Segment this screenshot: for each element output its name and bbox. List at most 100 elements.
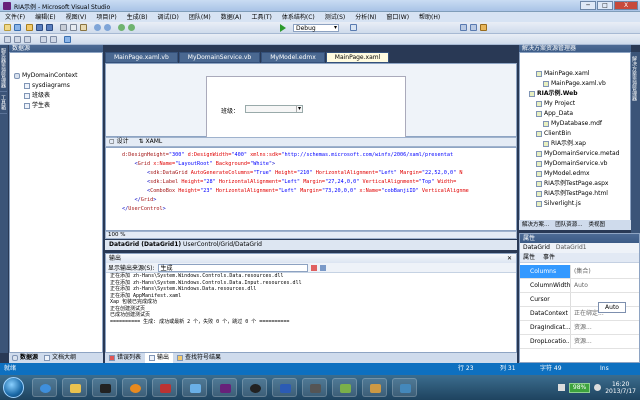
datasource-item[interactable]: sysdiagrams xyxy=(14,81,102,91)
output-tab[interactable]: 输出 xyxy=(145,353,174,363)
save-icon[interactable] xyxy=(36,24,43,31)
property-value[interactable]: 资源... xyxy=(570,321,639,334)
zoom-level[interactable]: 100 % xyxy=(108,232,125,238)
doc-tab[interactable]: MyDomainService.vb xyxy=(178,52,261,63)
maximize-button[interactable]: □ xyxy=(597,1,613,10)
server-explorer-tab[interactable]: 服务器资源管理器 xyxy=(0,45,7,92)
design-surface[interactable]: 班级： xyxy=(105,63,517,138)
minimize-button[interactable]: ─ xyxy=(580,1,596,10)
solution-item[interactable]: ClientBin xyxy=(522,129,630,139)
datasource-item[interactable]: 班级表 xyxy=(14,91,102,101)
solution-item[interactable]: MainPage.xaml xyxy=(522,69,630,79)
menu-item-1[interactable]: 编辑(E) xyxy=(30,12,60,22)
outline-bottom-tab[interactable]: 文档大纲 xyxy=(41,353,79,363)
properties-icon[interactable] xyxy=(470,24,477,31)
solution-item[interactable]: MyDomainService.metad xyxy=(522,149,630,159)
solution-item[interactable]: App_Data xyxy=(522,109,630,119)
properties-tab[interactable]: 属性 xyxy=(523,253,535,262)
class-view-bottom-tab[interactable]: 类视图 xyxy=(586,220,609,230)
solution-item[interactable]: MainPage.xaml.vb xyxy=(522,79,630,89)
bookmark-icon[interactable] xyxy=(64,36,71,43)
redo-icon[interactable] xyxy=(104,24,111,31)
error-list-tab[interactable]: 错误列表 xyxy=(105,353,145,363)
network-icon[interactable] xyxy=(557,384,565,391)
doc-tab[interactable]: MainPage.xaml xyxy=(325,52,390,63)
menu-item-13[interactable]: 帮助(H) xyxy=(414,12,445,22)
output-source-select[interactable]: 生成 xyxy=(157,263,308,272)
taskbar-word-button[interactable] xyxy=(272,378,297,397)
datasource-bottom-tab[interactable]: 数据源 xyxy=(9,353,41,363)
copy-icon[interactable] xyxy=(70,24,77,31)
property-value[interactable]: (集合) xyxy=(570,265,639,278)
undo-icon[interactable] xyxy=(94,24,101,31)
comment-icon[interactable] xyxy=(40,36,47,43)
taskbar-app-button[interactable] xyxy=(92,378,117,397)
menu-item-12[interactable]: 窗口(W) xyxy=(381,12,414,22)
taskbar-visualstudio-button[interactable] xyxy=(212,378,237,397)
menu-item-2[interactable]: 视图(V) xyxy=(61,12,92,22)
taskbar-app3-button[interactable] xyxy=(362,378,387,397)
uncomment-icon[interactable] xyxy=(50,36,57,43)
menu-item-8[interactable]: 工具(T) xyxy=(247,12,277,22)
design-tab[interactable]: ▢ 设计 xyxy=(109,138,129,146)
property-value[interactable]: Auto xyxy=(570,279,639,292)
navigate-back-icon[interactable] xyxy=(118,24,125,31)
menu-item-3[interactable]: 项目(P) xyxy=(91,12,121,22)
battery-indicator[interactable]: 98% xyxy=(568,382,591,393)
taskbar-sqlserver-button[interactable] xyxy=(152,378,177,397)
align-right-icon[interactable] xyxy=(24,36,31,43)
solution-configuration-select[interactable]: Debug xyxy=(293,24,339,32)
add-item-icon[interactable] xyxy=(14,24,21,31)
taskbar-app4-button[interactable] xyxy=(392,378,417,397)
datasource-item[interactable]: MyDomainContext xyxy=(14,71,102,81)
solution-item[interactable]: Silverlight.js xyxy=(522,199,630,209)
doc-tab[interactable]: MainPage.xaml.vb xyxy=(105,52,178,63)
solution-explorer-side-tab[interactable]: 解决方案资源管理器 xyxy=(631,52,638,105)
solution-item[interactable]: RIA示例.Web xyxy=(522,89,630,99)
team-bottom-tab[interactable]: 团队资源... xyxy=(552,220,585,230)
cut-icon[interactable] xyxy=(60,24,67,31)
navigate-forward-icon[interactable] xyxy=(128,24,135,31)
menu-item-6[interactable]: 团队(M) xyxy=(184,12,216,22)
taskbar-paint-button[interactable] xyxy=(182,378,207,397)
property-row[interactable]: DragIndicat... 资源... xyxy=(520,321,639,335)
taskbar-ie-button[interactable] xyxy=(32,378,57,397)
find-icon[interactable] xyxy=(350,24,357,31)
menu-item-9[interactable]: 体系结构(C) xyxy=(277,12,320,22)
solution-item[interactable]: MyModel.edmx xyxy=(522,169,630,179)
start-debug-icon[interactable] xyxy=(280,24,286,32)
output-text[interactable]: 正在添加 zh-Hans\System.Windows.Controls.Dat… xyxy=(106,273,516,325)
solution-item[interactable]: RIA示例TestPage.html xyxy=(522,189,630,199)
save-all-icon[interactable] xyxy=(46,24,53,31)
user-control-canvas[interactable]: 班级： xyxy=(206,76,406,138)
datasource-item[interactable]: 学生表 xyxy=(14,101,102,111)
open-icon[interactable] xyxy=(26,24,33,31)
word-wrap-icon[interactable] xyxy=(319,264,326,271)
menu-item-7[interactable]: 数据(A) xyxy=(216,12,247,22)
taskbar-camera-button[interactable] xyxy=(302,378,327,397)
taskbar-app2-button[interactable] xyxy=(332,378,357,397)
doc-tab[interactable]: MyModel.edmx xyxy=(261,52,325,63)
class-label-preview[interactable]: 班级： xyxy=(221,106,239,115)
column-width-dropdown[interactable]: Auto xyxy=(598,302,626,313)
property-row[interactable]: ColumnWidth Auto xyxy=(520,279,639,293)
find-symbol-tab[interactable]: 查找符号结果 xyxy=(173,353,225,363)
clear-output-icon[interactable] xyxy=(310,264,317,271)
start-button[interactable] xyxy=(3,377,24,398)
xaml-editor[interactable]: d:DesignHeight="300" d:DesignWidth="400"… xyxy=(105,147,517,231)
paste-icon[interactable] xyxy=(80,24,87,31)
close-button[interactable]: X xyxy=(614,1,638,10)
align-center-icon[interactable] xyxy=(14,36,21,43)
breadcrumb-path[interactable]: UserControl/Grid/DataGrid xyxy=(183,241,262,248)
menu-item-4[interactable]: 生成(B) xyxy=(122,12,153,22)
align-left-icon[interactable] xyxy=(4,36,11,43)
solution-bottom-tab[interactable]: 解决方案... xyxy=(519,220,552,230)
property-value[interactable]: 资源... xyxy=(570,335,639,348)
menu-item-5[interactable]: 调试(D) xyxy=(153,12,184,22)
toolbox-icon[interactable] xyxy=(480,24,487,31)
property-row[interactable]: DropLocatio... 资源... xyxy=(520,335,639,349)
events-tab[interactable]: 事件 xyxy=(543,253,555,262)
menu-item-11[interactable]: 分析(N) xyxy=(350,12,381,22)
xaml-code[interactable]: d:DesignHeight="300" d:DesignWidth="400"… xyxy=(106,148,516,214)
taskbar-explorer-button[interactable] xyxy=(62,378,87,397)
